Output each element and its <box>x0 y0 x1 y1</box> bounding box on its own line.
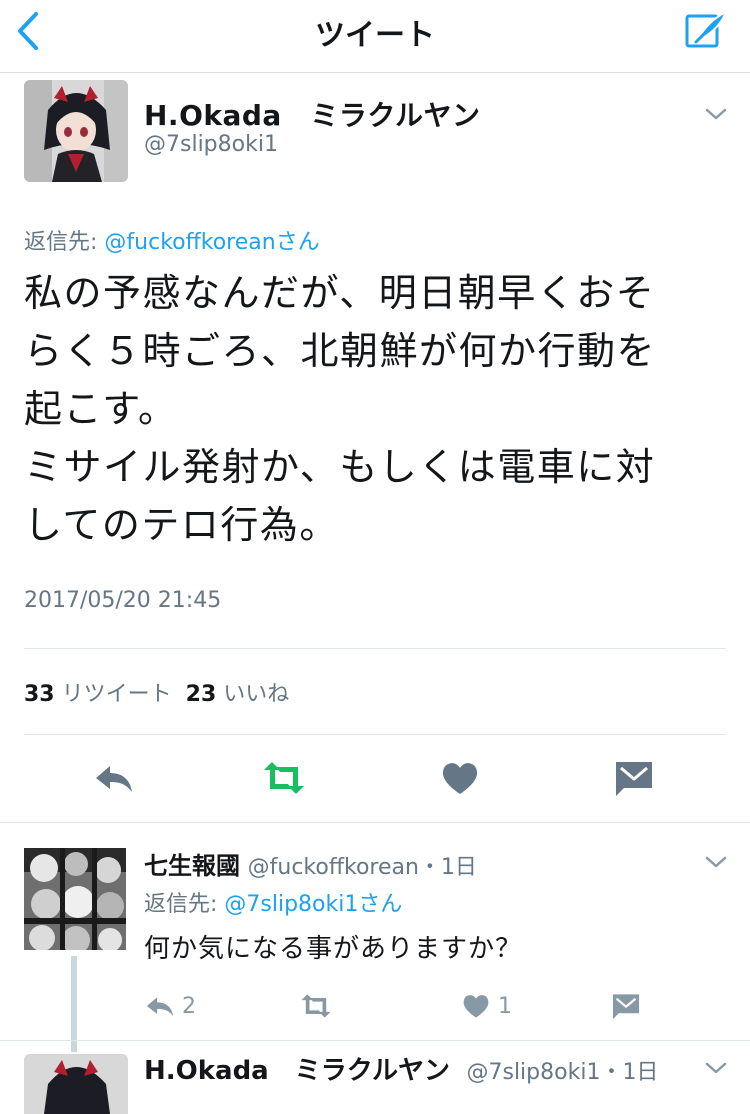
author-avatar[interactable] <box>24 80 128 182</box>
reply-to-mention[interactable]: @7slip8oki1さん <box>224 892 402 917</box>
message-icon <box>612 994 640 1020</box>
like-button[interactable] <box>438 756 482 800</box>
like-count: 23 <box>185 682 217 707</box>
message-icon <box>616 762 652 796</box>
next-author-avatar[interactable] <box>24 1054 128 1114</box>
retweet-icon <box>264 762 304 794</box>
divider <box>24 648 726 649</box>
next-author-meta[interactable]: @7slip8oki1・1日 <box>466 1060 658 1085</box>
avatar-image <box>24 1054 128 1114</box>
heart-icon <box>442 763 478 794</box>
tweet-text: 私の予感なんだが、明日朝早くおそ らく５時ごろ、北朝鮮が何か行動を 起こす。 ミ… <box>24 264 724 554</box>
reply-message-button[interactable] <box>610 990 648 1022</box>
tweet-text-line: してのテロ行為。 <box>24 503 339 547</box>
reply-like-button[interactable]: 1 <box>460 990 512 1022</box>
compose-icon <box>685 9 728 48</box>
chevron-down-icon <box>705 1062 727 1074</box>
next-menu-button[interactable] <box>704 1060 728 1076</box>
divider <box>0 822 750 823</box>
reply-menu-button[interactable] <box>704 854 728 870</box>
likes-stat[interactable]: 23 いいね <box>186 682 290 707</box>
reply-to-prefix: 返信先: <box>24 230 105 255</box>
reply-to-mention[interactable]: @fuckoffkoreanさん <box>104 230 319 255</box>
author-handle[interactable]: @7slip8oki1 <box>144 132 278 157</box>
reply-icon <box>146 997 174 1017</box>
reply-reply-button[interactable]: 2 <box>144 990 196 1022</box>
reply-author-avatar[interactable] <box>24 848 126 950</box>
direct-message-button[interactable] <box>612 756 656 800</box>
reply-count: 2 <box>182 993 196 1019</box>
retweet-label: リツイート <box>61 682 172 707</box>
retweet-count: 33 <box>24 682 55 707</box>
tweet-timestamp: 2017/05/20 21:45 <box>24 588 222 613</box>
compose-button[interactable] <box>684 8 728 52</box>
next-author-name[interactable]: H.Okada ミラクルヤン <box>144 1056 450 1086</box>
divider <box>0 1040 750 1041</box>
tweet-text-line: ミサイル発射か、もしくは電車に対 <box>24 445 656 489</box>
reply-header: 七生報國 @fuckoffkorean・1日 <box>144 846 477 881</box>
like-label: いいね <box>223 682 290 707</box>
reply-to-line: 返信先: @fuckoffkoreanさん <box>24 224 320 256</box>
avatar-image <box>24 80 128 182</box>
retweets-stat[interactable]: 33 リツイート <box>24 682 172 707</box>
reply-button[interactable] <box>92 756 136 800</box>
heart-icon <box>463 995 489 1018</box>
tweet-menu-button[interactable] <box>704 106 728 122</box>
tweet-text-line: 起こす。 <box>24 387 178 431</box>
divider <box>24 734 726 735</box>
chevron-down-icon <box>705 108 727 120</box>
next-tweet-header: H.Okada ミラクルヤン @7slip8oki1・1日 <box>144 1050 658 1087</box>
author-name[interactable]: H.Okada ミラクルヤン <box>144 94 481 134</box>
tweet-text-line: 私の予感なんだが、明日朝早くおそ <box>24 271 656 315</box>
top-nav: ツイート <box>0 0 750 73</box>
retweet-icon <box>301 994 331 1018</box>
retweet-button[interactable] <box>262 756 306 800</box>
page-title: ツイート <box>315 18 435 53</box>
reply-retweet-button[interactable] <box>300 990 338 1022</box>
reply-author-name[interactable]: 七生報國 <box>144 852 240 880</box>
engagement-stats: 33 リツイート 23 いいね <box>24 676 289 708</box>
thread-connector-line <box>71 956 77 1052</box>
chevron-down-icon <box>705 856 727 868</box>
reply-to-prefix: 返信先: <box>144 892 225 917</box>
reply-reply-to-line: 返信先: @7slip8oki1さん <box>144 886 402 918</box>
reply-text: 何か気になる事がありますか？ <box>144 934 523 964</box>
avatar-image <box>24 848 126 950</box>
reply-author-meta[interactable]: @fuckoffkorean・1日 <box>248 855 477 880</box>
reply-icon <box>96 766 132 792</box>
tweet-text-line: らく５時ごろ、北朝鮮が何か行動を <box>24 329 657 373</box>
reply-like-count: 1 <box>498 993 512 1019</box>
